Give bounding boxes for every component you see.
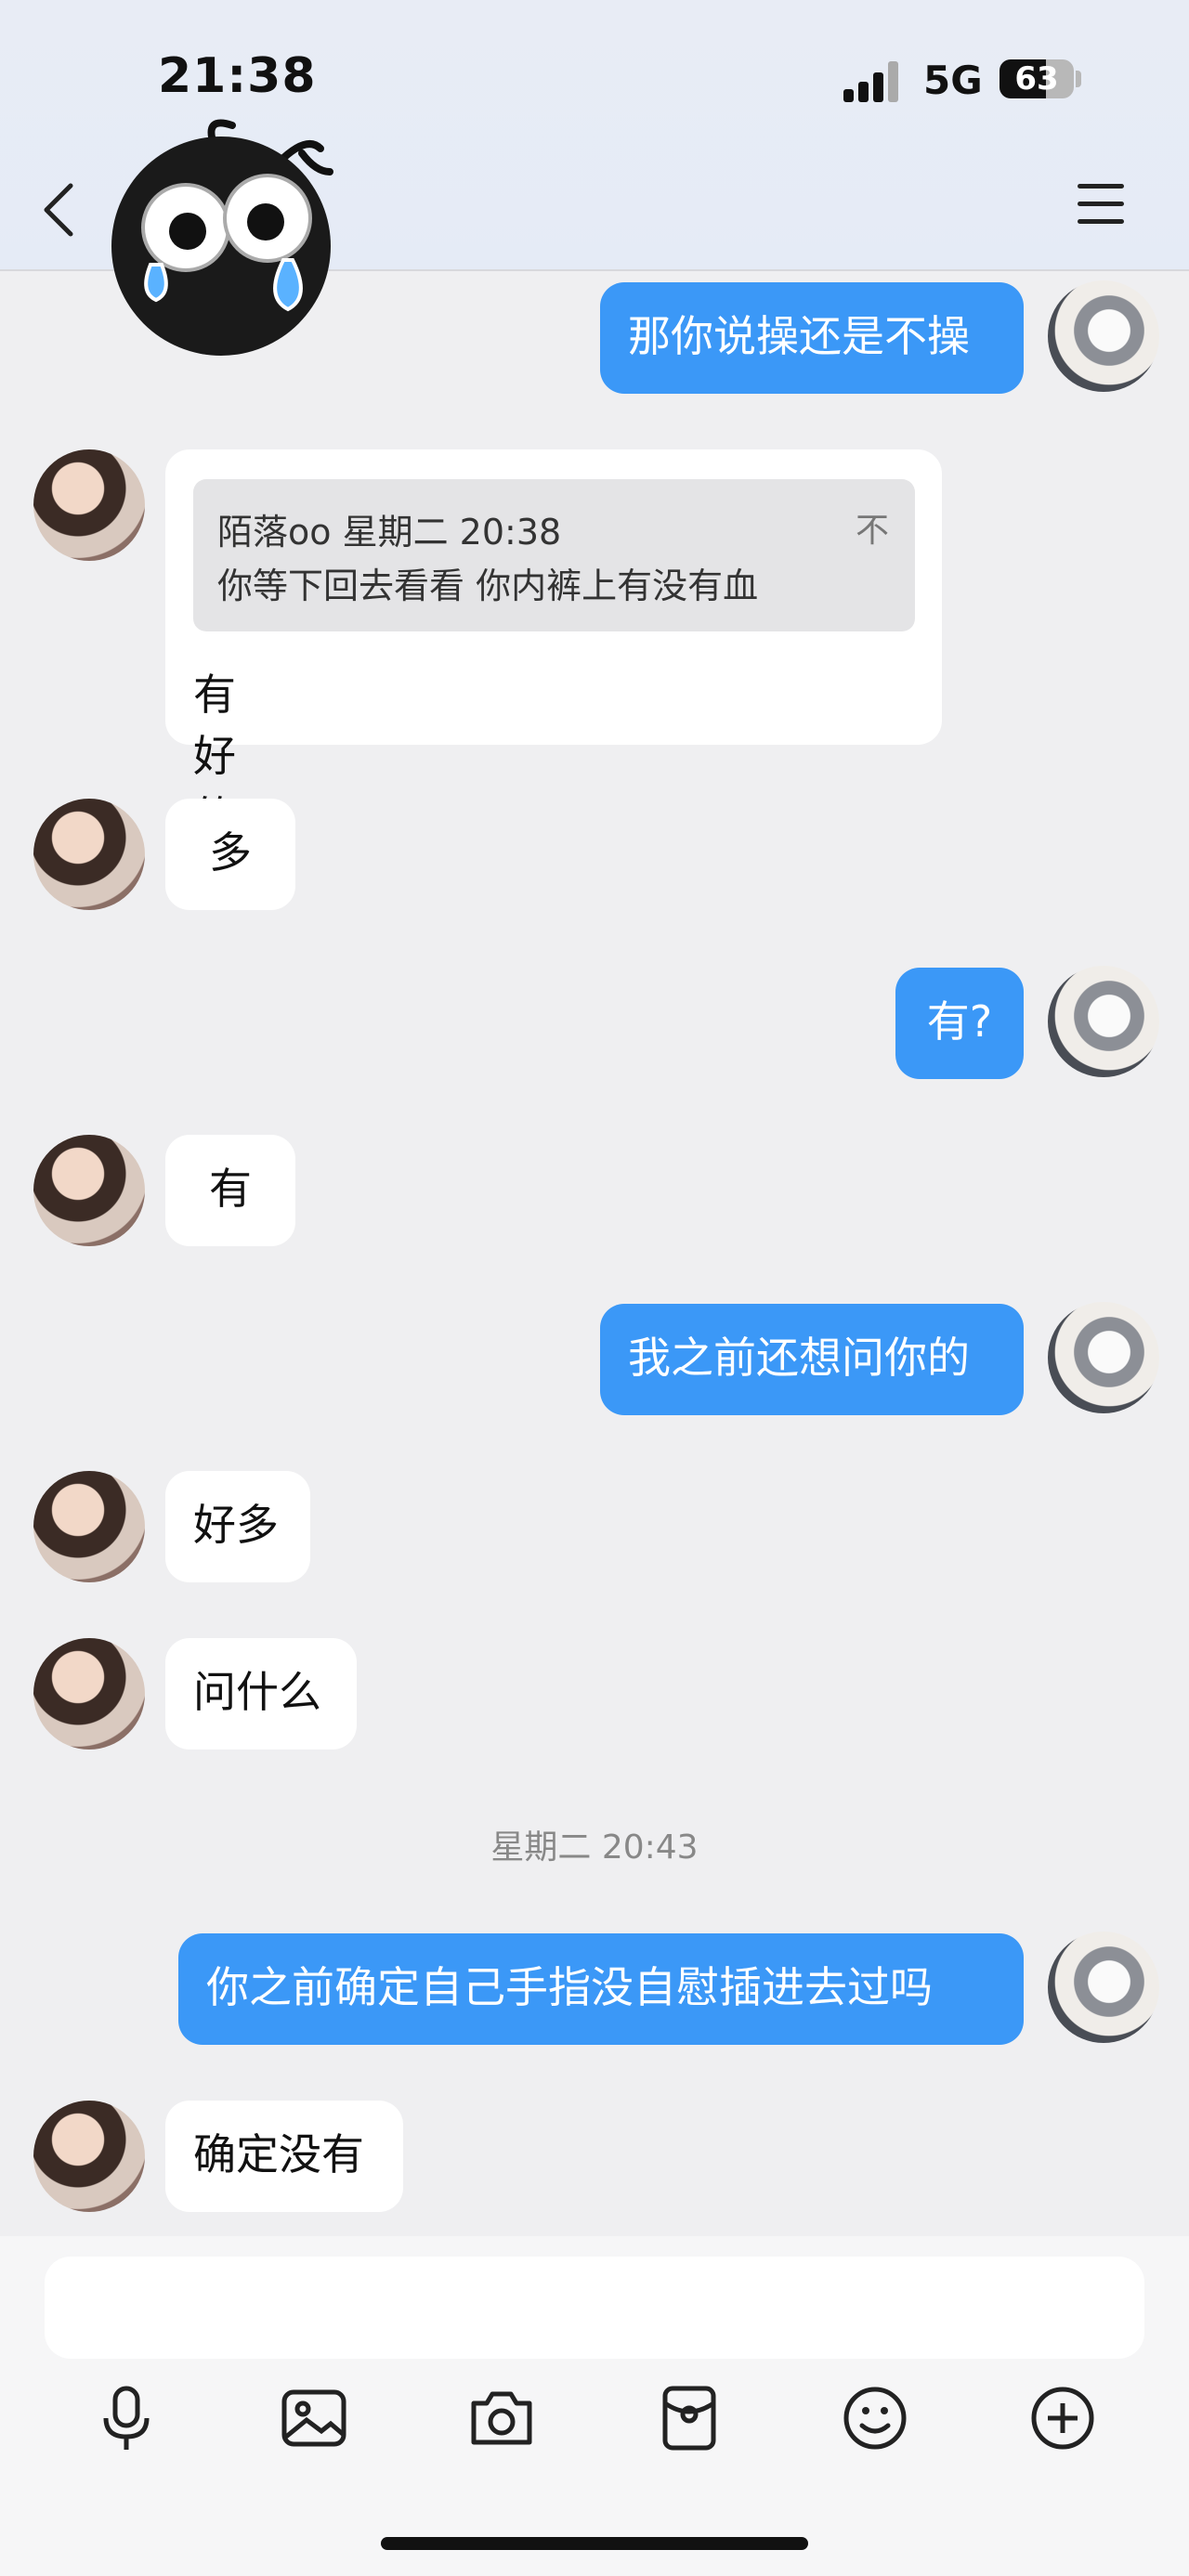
message-bubble-out[interactable]: 你之前确定自己手指没自慰插进去过吗 <box>178 1933 1024 2045</box>
red-packet-icon[interactable] <box>654 2383 725 2453</box>
battery-level: 63 <box>1014 60 1059 98</box>
emoji-icon[interactable] <box>840 2383 910 2453</box>
quote-meta: 陌落oo 星期二 20:38 <box>217 512 562 553</box>
avatar-contact[interactable] <box>33 1638 145 1750</box>
chevron-left-icon[interactable] <box>39 182 76 238</box>
microphone-icon[interactable] <box>91 2383 162 2453</box>
avatar-me[interactable] <box>1048 280 1159 392</box>
message-bubble-in[interactable]: 多 <box>165 799 295 910</box>
pin-top-icon[interactable]: 不 <box>856 503 889 552</box>
status-time: 21:38 <box>158 48 317 104</box>
timestamp-divider: 星期二 20:43 <box>490 1828 699 1867</box>
message-bubble-in[interactable]: 好多 <box>165 1471 310 1582</box>
message-bubble-in[interactable]: 问什么 <box>165 1638 357 1750</box>
avatar-me[interactable] <box>1048 966 1159 1077</box>
message-bubble-out[interactable]: 有? <box>895 968 1024 1079</box>
avatar-contact[interactable] <box>33 799 145 910</box>
message-bubble-out[interactable]: 那你说操还是不操 <box>600 282 1024 394</box>
message-input[interactable] <box>45 2257 1144 2359</box>
message-bubble-in[interactable]: 有 <box>165 1135 295 1246</box>
avatar-contact[interactable] <box>33 2101 145 2212</box>
hamburger-menu-icon[interactable] <box>1078 184 1124 230</box>
camera-icon[interactable] <box>466 2383 537 2453</box>
avatar-contact[interactable] <box>33 1471 145 1582</box>
battery-icon: 63 <box>1000 59 1074 98</box>
message-bubble-in[interactable]: 确定没有 <box>165 2101 403 2212</box>
avatar-me[interactable] <box>1048 1302 1159 1413</box>
reply-quote[interactable]: 陌落oo 星期二 20:38 你等下回去看看 你内裤上有没有血 不 <box>193 479 915 631</box>
network-type: 5G <box>923 58 983 103</box>
quote-text: 你等下回去看看 你内裤上有没有血 <box>217 566 759 606</box>
avatar-contact[interactable] <box>33 1135 145 1246</box>
avatar-me[interactable] <box>1048 1932 1159 2043</box>
image-icon[interactable] <box>279 2383 349 2453</box>
message-bubble-out[interactable]: 我之前还想问你的 <box>600 1304 1024 1415</box>
battery-tip <box>1076 71 1081 87</box>
crying-face-sticker-icon <box>111 119 333 356</box>
plus-icon[interactable] <box>1027 2383 1098 2453</box>
home-indicator <box>381 2537 808 2550</box>
cellular-signal-icon <box>843 59 905 102</box>
avatar-contact[interactable] <box>33 449 145 561</box>
